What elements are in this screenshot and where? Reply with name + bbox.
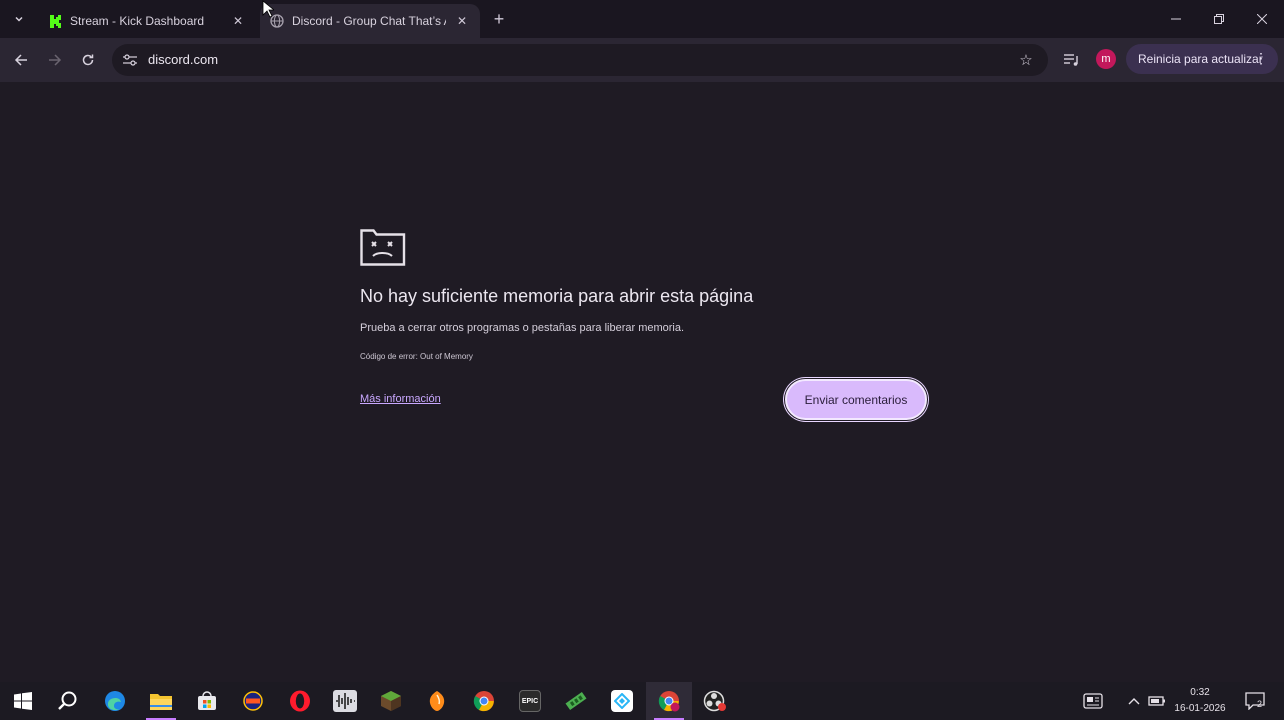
arrow-left-icon	[14, 54, 27, 66]
chrome-icon[interactable]	[461, 682, 507, 720]
more-menu-icon[interactable]: ⋮	[1254, 51, 1268, 65]
more-info-link[interactable]: Más información	[360, 393, 441, 405]
store-icon[interactable]	[184, 682, 230, 720]
diamond-app-tile	[611, 690, 633, 712]
sad-folder-icon	[360, 229, 406, 266]
epic-games-label: EPIC	[519, 690, 541, 712]
minecraft-icon[interactable]	[368, 682, 414, 720]
restart-to-update-button[interactable]: Reinicia para actualizar ⋮	[1126, 44, 1278, 74]
kick-logo-icon	[48, 14, 62, 28]
clock-time: 0:32	[1190, 687, 1210, 698]
close-icon[interactable]: ✕	[454, 13, 470, 29]
address-bar[interactable]: discord.com ☆	[112, 44, 1048, 76]
plus-icon: +	[493, 8, 505, 29]
bookmark-star-icon[interactable]: ☆	[1016, 50, 1036, 70]
epic-games-icon[interactable]: EPIC	[507, 682, 553, 720]
send-feedback-button[interactable]: Enviar comentarios	[785, 379, 927, 420]
notification-center-icon[interactable]: 2	[1240, 682, 1270, 720]
taskbar-clock[interactable]: 0:32 16-01-2026	[1168, 685, 1232, 717]
close-window-button[interactable]	[1240, 0, 1284, 38]
restore-icon	[1214, 14, 1224, 24]
browser-toolbar: discord.com ☆ m Reinicia para actualizar…	[0, 38, 1284, 82]
tab-strip: Stream - Kick Dashboard ✕ Discord - Grou…	[0, 0, 1284, 38]
obs-recording-icon[interactable]	[692, 682, 738, 720]
media-control-icon[interactable]	[1060, 48, 1084, 72]
chevron-down-icon	[15, 16, 23, 22]
close-icon	[1257, 14, 1267, 24]
minimize-icon	[1171, 18, 1181, 20]
ram-app-icon[interactable]	[553, 682, 599, 720]
site-info-icon[interactable]	[120, 50, 140, 70]
error-title: No hay suficiente memoria para abrir est…	[360, 286, 754, 306]
windows-taskbar: EPIC 0:32 16-01-2026 2	[0, 682, 1284, 720]
battery-network-icon[interactable]	[1146, 682, 1168, 720]
tab-search-button[interactable]	[8, 8, 30, 30]
reload-button[interactable]	[76, 48, 100, 72]
chevron-up-icon[interactable]	[1124, 682, 1144, 720]
arrow-right-icon	[49, 54, 62, 66]
minimize-button[interactable]	[1154, 0, 1198, 38]
tab-discord[interactable]: Discord - Group Chat That’s All ✕	[260, 4, 480, 38]
reload-icon	[82, 54, 94, 66]
clock-date: 16-01-2026	[1174, 703, 1226, 714]
profile-avatar[interactable]: m	[1096, 49, 1116, 69]
edge-icon[interactable]	[92, 682, 138, 720]
opera-icon[interactable]	[277, 682, 323, 720]
tab-title: Discord - Group Chat That’s All	[292, 14, 446, 28]
url-text: discord.com	[148, 52, 219, 67]
chrome-profile-icon[interactable]	[646, 682, 692, 720]
app-icon[interactable]	[230, 682, 276, 720]
audio-app-icon[interactable]	[322, 682, 368, 720]
file-explorer-icon[interactable]	[138, 682, 184, 720]
restore-button[interactable]	[1197, 0, 1241, 38]
windows-start-icon[interactable]	[0, 682, 46, 720]
tab-title: Stream - Kick Dashboard	[70, 14, 205, 28]
search-icon[interactable]	[45, 682, 91, 720]
update-label: Reinicia para actualizar	[1138, 52, 1263, 66]
new-tab-button[interactable]: +	[488, 8, 510, 30]
mouse-cursor-icon	[262, 0, 274, 18]
diamond-app-icon[interactable]	[599, 682, 645, 720]
close-icon[interactable]: ✕	[230, 13, 246, 29]
forward-button[interactable]	[43, 48, 67, 72]
fl-studio-icon[interactable]	[414, 682, 460, 720]
tab-kick-dashboard[interactable]: Stream - Kick Dashboard ✕	[38, 4, 256, 38]
error-code: Código de error: Out of Memory	[360, 352, 473, 361]
news-widget-icon[interactable]	[1080, 682, 1106, 720]
error-description: Prueba a cerrar otros programas o pestañ…	[360, 322, 685, 334]
back-button[interactable]	[9, 48, 33, 72]
notification-count: 2	[1257, 699, 1263, 709]
